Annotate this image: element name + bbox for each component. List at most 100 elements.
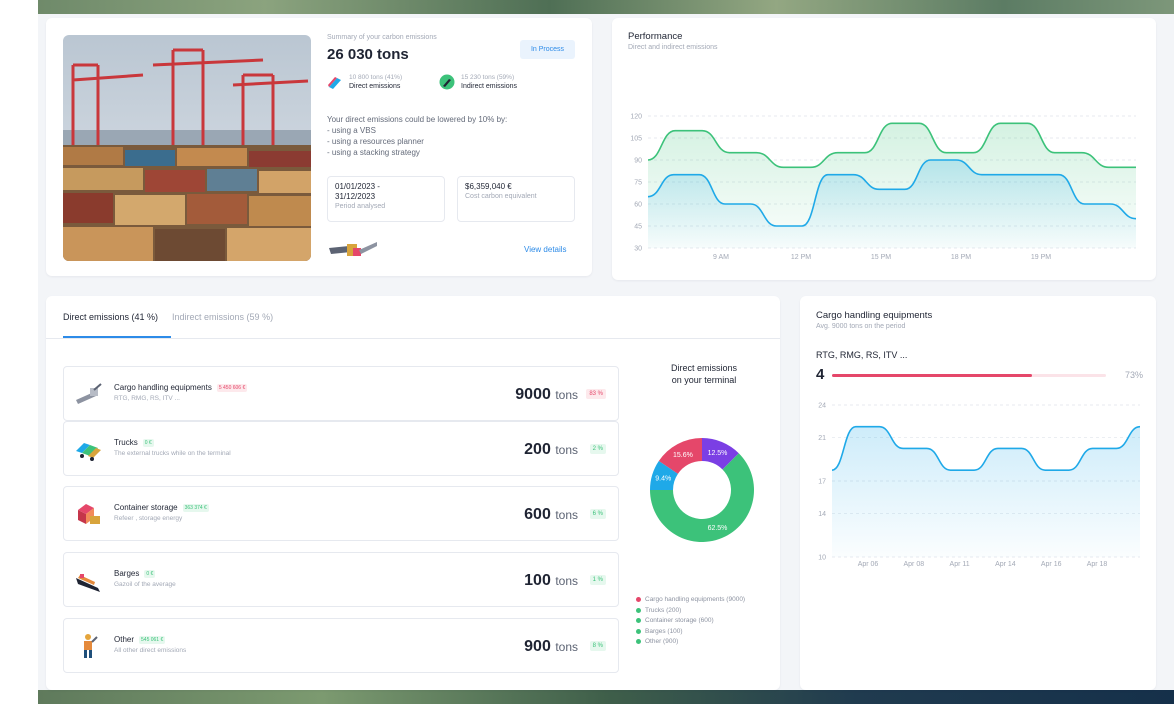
emission-value: 900 tons xyxy=(524,638,578,656)
direct-emissions-summary: 10 800 tons (41%) Direct emissions xyxy=(327,74,402,90)
tab-indirect-emissions[interactable]: Indirect emissions (59 %) xyxy=(172,312,273,322)
emission-name: Trucks xyxy=(114,438,138,447)
x-tick-label: Apr 11 xyxy=(950,561,970,568)
donut-slice-label: 12.5% xyxy=(708,450,728,457)
y-tick-label: 90 xyxy=(634,158,642,165)
legend-dot xyxy=(636,607,641,613)
emission-cost-badge: 0 € xyxy=(142,438,154,447)
emission-pct-badge: 83 % xyxy=(586,389,606,399)
tab-direct-emissions[interactable]: Direct emissions (41 %) xyxy=(63,312,158,322)
x-tick-label: Apr 18 xyxy=(1087,561,1108,568)
donut-slice-label: 9.4% xyxy=(655,476,671,483)
direct-emissions-label: Direct emissions xyxy=(349,83,401,90)
emission-pct-badge: 2 % xyxy=(589,444,606,454)
emission-value-number: 900 xyxy=(524,638,551,655)
emission-name: Cargo handling equipments xyxy=(114,383,212,392)
emission-value-unit: tons xyxy=(555,443,578,457)
legend-item: Cargo handling equipments (9000) xyxy=(636,596,745,603)
worker-icon xyxy=(84,634,98,658)
legend-dot xyxy=(636,628,641,634)
period-end: 31/12/2023 xyxy=(335,192,376,201)
emission-value-number: 200 xyxy=(524,441,551,458)
cost-value: $6,359,040 € xyxy=(465,182,512,191)
donut-title: Direct emissions on your terminal xyxy=(636,362,772,386)
emission-value-unit: tons xyxy=(555,574,578,588)
indirect-emissions-icon xyxy=(439,74,455,90)
donut-chart: 15.6% 12.5% 62.5% 9.4% xyxy=(650,438,754,542)
x-tick-label: Apr 16 xyxy=(1041,561,1062,568)
emission-row-barges[interactable]: Barges 0 € Gazoil of the average 100 ton… xyxy=(63,552,619,607)
emission-value: 100 tons xyxy=(524,572,578,590)
emission-value-number: 100 xyxy=(524,572,551,589)
emission-pct-badge: 6 % xyxy=(589,509,606,519)
emission-desc: All other direct emissions xyxy=(114,647,187,654)
y-tick-label: 14 xyxy=(818,511,826,518)
emission-desc: The external trucks while on the termina… xyxy=(114,450,231,457)
performance-card: Performance Direct and indirect emission… xyxy=(612,18,1156,280)
donut-title-line2: on your terminal xyxy=(671,375,737,385)
y-tick-label: 30 xyxy=(634,246,642,253)
legend-label: Container storage (600) xyxy=(645,617,714,624)
donut-slice-label: 15.6% xyxy=(673,452,693,459)
background-photo-top xyxy=(38,0,1174,14)
x-tick-label: Apr 14 xyxy=(995,561,1016,568)
legend-label: Barges (100) xyxy=(645,627,683,635)
legend-dot xyxy=(636,597,641,602)
emission-desc: RTG, RMG, RS, ITV ... xyxy=(114,395,180,402)
advice-item: - using a resources planner xyxy=(327,137,424,146)
indirect-emissions-amount: 15 230 tons (59%) xyxy=(461,74,515,81)
view-details-link[interactable]: View details xyxy=(524,245,567,254)
donut-title-line1: Direct emissions xyxy=(670,363,737,373)
advice-item: - using a stacking strategy xyxy=(327,148,420,157)
cargo-handling-card: Cargo handling equipments Avg. 9000 tons… xyxy=(800,296,1156,690)
emission-cost-badge: 5 450 606 € xyxy=(216,383,248,392)
y-tick-label: 24 xyxy=(818,403,826,410)
container-icon xyxy=(78,504,100,524)
direct-emissions-amount: 10 800 tons (41%) xyxy=(349,74,403,81)
emission-value-number: 600 xyxy=(524,506,551,523)
emission-name: Other xyxy=(114,635,135,644)
emission-pct-badge: 8 % xyxy=(589,641,606,651)
emission-value: 200 tons xyxy=(524,441,578,459)
emission-value: 9000 tons xyxy=(515,386,578,404)
y-tick-label: 105 xyxy=(630,136,642,143)
tab-divider xyxy=(46,338,780,339)
background-photo-bottom xyxy=(38,690,1174,704)
x-tick-label: 19 PM xyxy=(1031,254,1051,261)
y-tick-label: 60 xyxy=(634,202,642,209)
emission-cost-badge: 0 € xyxy=(144,569,156,578)
indirect-emissions-summary: 15 230 tons (59%) Indirect emissions xyxy=(439,74,517,90)
emission-value: 600 tons xyxy=(524,506,578,524)
series-area xyxy=(832,426,1140,557)
y-tick-label: 17 xyxy=(818,479,826,486)
emission-value-number: 9000 xyxy=(515,386,551,403)
x-tick-label: Apr 06 xyxy=(858,561,879,568)
truck-icon xyxy=(76,443,101,461)
emission-value-unit: tons xyxy=(555,640,578,654)
emission-row-trucks[interactable]: Trucks 0 € The external trucks while on … xyxy=(63,421,619,476)
x-tick-label: 18 PM xyxy=(951,254,971,261)
legend-label: Trucks (200) xyxy=(645,606,682,614)
emission-cost-badge: 363 374 € xyxy=(182,503,209,512)
emission-row-cargo[interactable]: Cargo handling equipments 5 450 606 € RT… xyxy=(63,366,619,421)
period-label: Period analysed xyxy=(335,203,386,210)
equipment-illustration xyxy=(329,242,377,256)
legend-dot xyxy=(636,639,641,644)
summary-total: 26 030 tons xyxy=(327,46,409,63)
y-tick-label: 120 xyxy=(630,114,642,121)
advice-title: Your direct emissions could be lowered b… xyxy=(327,115,508,124)
emission-value-unit: tons xyxy=(555,508,578,522)
y-tick-label: 10 xyxy=(818,555,826,562)
cost-label: Cost carbon equivalent xyxy=(465,193,537,200)
emission-value-unit: tons xyxy=(555,388,578,402)
advice-text: Your direct emissions could be lowered b… xyxy=(327,114,577,158)
legend-dot xyxy=(636,618,641,623)
emission-row-container-storage[interactable]: Container storage 363 374 € Refeer , sto… xyxy=(63,486,619,541)
emission-row-other[interactable]: Other 545 061 € All other direct emissio… xyxy=(63,618,619,673)
y-tick-label: 75 xyxy=(634,180,642,187)
emission-name: Container storage xyxy=(114,503,178,512)
emission-name: Barges xyxy=(114,569,140,578)
emissions-tabs: Direct emissions (41 %) Indirect emissio… xyxy=(63,312,273,322)
direct-emissions-icon xyxy=(328,77,341,89)
period-box: 01/01/2023 - 31/12/2023 Period analysed xyxy=(327,176,445,222)
